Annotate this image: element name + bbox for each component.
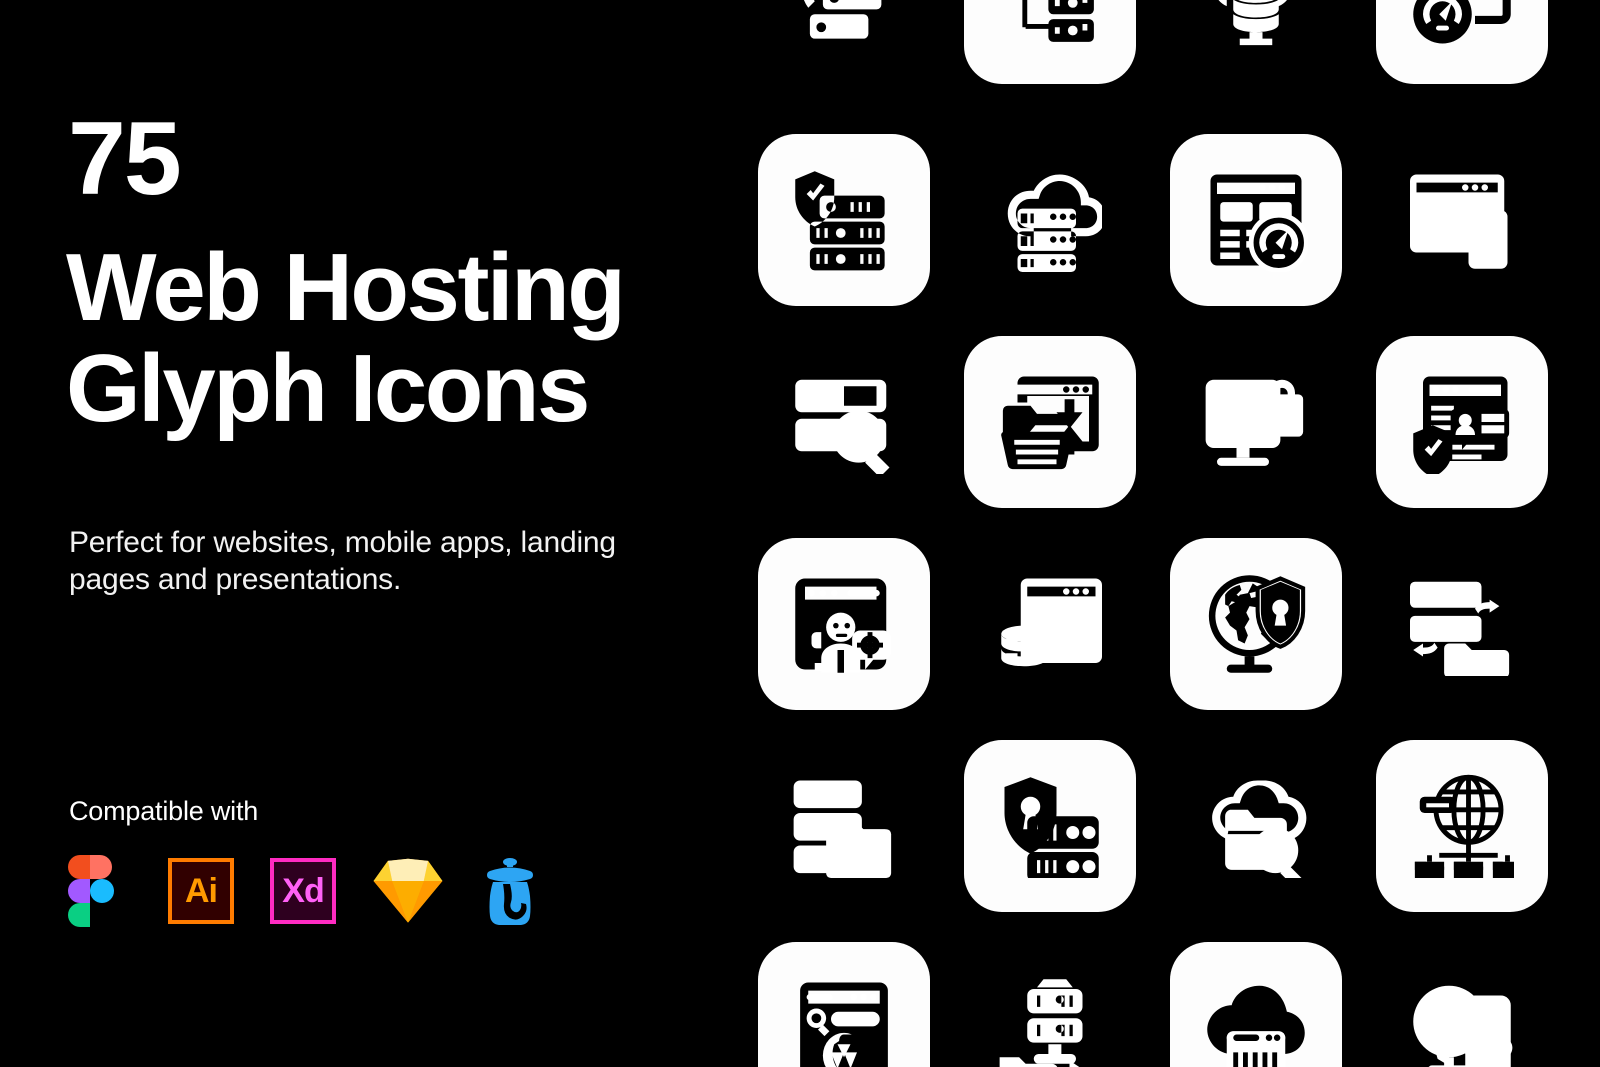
sketch-logo bbox=[372, 858, 444, 924]
customer-support-icon bbox=[758, 538, 930, 710]
icon-cell-customer-support[interactable] bbox=[758, 538, 930, 710]
secure-server-shield-icon bbox=[758, 134, 930, 306]
icon-grid: Http/2 bbox=[730, 0, 1600, 1067]
cloud-server-stack-icon bbox=[964, 134, 1136, 306]
icon-cell-secure-server-shield[interactable] bbox=[758, 134, 930, 306]
icon-cell-cloud-folder-privacy[interactable] bbox=[1170, 740, 1342, 912]
icon-cell-server-analytics-folder[interactable] bbox=[1376, 538, 1548, 710]
global-security-shield-icon bbox=[1170, 538, 1342, 710]
figma-logo bbox=[62, 855, 132, 927]
icon-cell-cloud-server-browser[interactable] bbox=[1170, 942, 1342, 1067]
illustrator-logo: Ai bbox=[168, 858, 234, 924]
responsive-web-design-icon bbox=[1376, 134, 1548, 306]
secure-user-account-icon bbox=[1376, 336, 1548, 508]
icon-cell-file-transfer-ftp[interactable] bbox=[964, 336, 1136, 508]
page-title-line-2: Glyph Icons bbox=[66, 334, 590, 442]
page-subtitle: Perfect for websites, mobile apps, landi… bbox=[69, 525, 709, 598]
global-domain-hosting-icon bbox=[1376, 740, 1548, 912]
iconjar-logo bbox=[480, 857, 540, 925]
page-title: Web Hosting Glyph Icons bbox=[66, 234, 726, 442]
compatible-with-label: Compatible with bbox=[69, 796, 259, 826]
illustrator-logo-abbr: Ai bbox=[168, 858, 234, 924]
icon-cell-website-search-audit[interactable] bbox=[758, 942, 930, 1067]
icon-cell-media-streaming-database[interactable] bbox=[964, 538, 1136, 710]
icon-cell-server-rack-connection[interactable] bbox=[964, 0, 1136, 84]
page-title-line-1: Web Hosting bbox=[66, 234, 626, 341]
cloud-server-browser-icon bbox=[1170, 942, 1342, 1067]
server-rack-storage-icon bbox=[758, 740, 930, 912]
icon-cell-global-mobile-cloud[interactable] bbox=[1376, 942, 1548, 1067]
icon-count: 75 bbox=[68, 101, 182, 217]
icon-cell-server-monitoring-search[interactable] bbox=[758, 336, 930, 508]
icon-cell-global-server-network[interactable] bbox=[758, 0, 930, 84]
media-streaming-database-icon bbox=[964, 538, 1136, 710]
server-rack-connection-icon bbox=[964, 0, 1136, 84]
locked-server-security-icon bbox=[964, 740, 1136, 912]
website-search-audit-icon bbox=[758, 942, 930, 1067]
icon-cell-responsive-web-design[interactable] bbox=[1376, 134, 1548, 306]
icon-cell-server-rack-storage[interactable] bbox=[758, 740, 930, 912]
cloud-database-icon bbox=[1170, 0, 1342, 84]
icon-cell-http2-speed[interactable]: Http/2 bbox=[1376, 0, 1548, 84]
website-performance-icon bbox=[1170, 134, 1342, 306]
server-monitoring-search-icon bbox=[758, 336, 930, 508]
secure-computer-folder-icon bbox=[1170, 336, 1342, 508]
hero-panel: 75 Web Hosting Glyph Icons Perfect for w… bbox=[0, 0, 730, 1067]
global-mobile-cloud-icon bbox=[1376, 942, 1548, 1067]
icon-cell-website-performance[interactable] bbox=[1170, 134, 1342, 306]
file-transfer-ftp-icon bbox=[964, 336, 1136, 508]
icon-cell-global-domain-hosting[interactable] bbox=[1376, 740, 1548, 912]
server-analytics-folder-icon bbox=[1376, 538, 1548, 710]
icon-cell-cloud-server-stack[interactable] bbox=[964, 134, 1136, 306]
managed-server-hosting-icon bbox=[964, 942, 1136, 1067]
page-subtitle-line-2: pages and presentations. bbox=[69, 562, 402, 596]
page-subtitle-line-1: Perfect for websites, mobile apps, landi… bbox=[69, 526, 616, 559]
icon-cell-managed-server-hosting[interactable] bbox=[964, 942, 1136, 1067]
xd-logo: Xd bbox=[270, 858, 336, 924]
global-server-network-icon bbox=[758, 0, 930, 84]
cloud-folder-privacy-icon bbox=[1170, 740, 1342, 912]
icon-cell-locked-server-security[interactable] bbox=[964, 740, 1136, 912]
compatible-apps-list: Ai Xd bbox=[62, 855, 540, 927]
icon-cell-secure-computer-folder[interactable] bbox=[1170, 336, 1342, 508]
icon-cell-global-security-shield[interactable] bbox=[1170, 538, 1342, 710]
icon-cell-secure-user-account[interactable] bbox=[1376, 336, 1548, 508]
poster-root: 75 Web Hosting Glyph Icons Perfect for w… bbox=[0, 0, 1600, 1067]
xd-logo-abbr: Xd bbox=[270, 858, 336, 924]
icon-cell-cloud-database[interactable] bbox=[1170, 0, 1342, 84]
http2-speed-icon: Http/2 bbox=[1376, 0, 1548, 84]
